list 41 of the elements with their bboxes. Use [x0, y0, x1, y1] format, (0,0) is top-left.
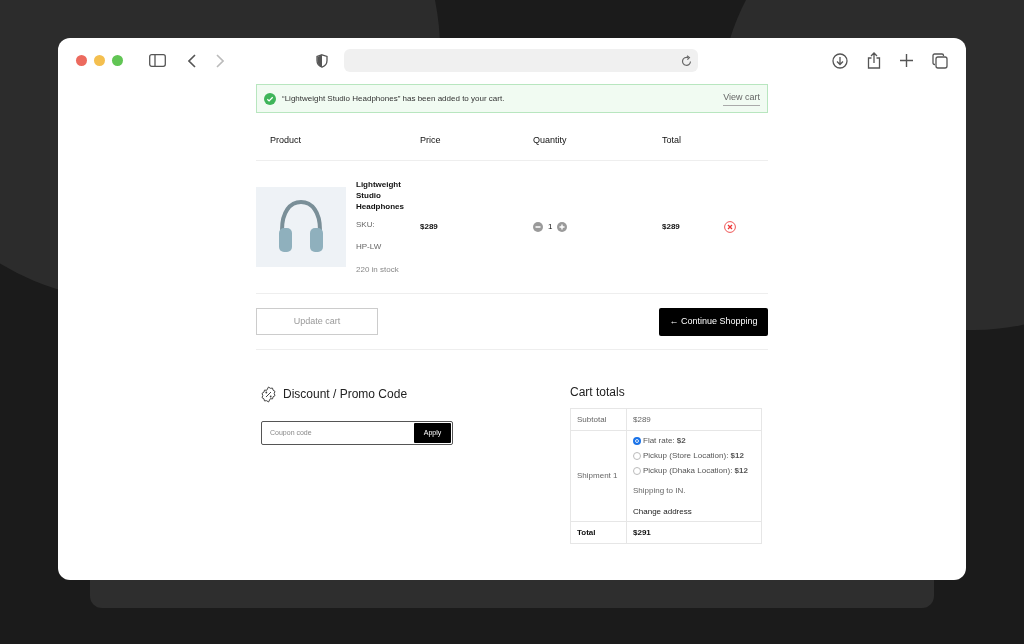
product-name[interactable]: Lightweight Studio Headphones	[356, 178, 406, 212]
cart-totals-title: Cart totals	[570, 385, 626, 399]
minus-icon[interactable]	[533, 222, 543, 232]
subtotal-label: Subtotal	[577, 413, 607, 426]
shipping-option-label[interactable]: Flat rate: $2	[643, 435, 686, 447]
sidebar-icon[interactable]	[149, 54, 166, 67]
discount-title: Discount / Promo Code	[283, 386, 408, 403]
download-icon[interactable]	[832, 52, 848, 69]
price-value: $289	[420, 222, 438, 231]
change-address-link[interactable]: Change address	[633, 506, 748, 518]
sku-label: SKU:	[356, 218, 376, 231]
column-header: Quantity	[533, 134, 567, 145]
shield-icon[interactable]	[316, 53, 328, 68]
plus-icon[interactable]	[900, 54, 913, 67]
maximize-window-icon[interactable]	[112, 55, 123, 66]
back-icon[interactable]	[188, 53, 196, 68]
share-icon[interactable]	[867, 52, 881, 69]
shipping-note: Shipping to IN.	[633, 485, 687, 497]
continue-shopping-button[interactable]: ← Continue Shopping	[659, 307, 768, 336]
shipment-label: Shipment 1	[577, 470, 618, 482]
radio-button[interactable]	[633, 437, 641, 445]
subtotal-value: $289	[633, 413, 651, 426]
stock-status: 220 in stock	[356, 263, 400, 276]
notice-message: “Lightweight Studio Headphones” has been added to your cart.	[282, 92, 505, 105]
check-circle-icon	[264, 92, 276, 105]
column-header: Total	[662, 134, 681, 145]
line-total: $289	[662, 222, 680, 231]
shipping-option-label[interactable]: Pickup (Dhaka Location): $12	[643, 465, 748, 477]
close-window-icon[interactable]	[76, 55, 87, 66]
column-header: Product	[270, 134, 302, 145]
remove-icon[interactable]	[724, 221, 736, 233]
sku-value: HP-LW	[356, 240, 383, 253]
total-value: $291	[633, 526, 651, 539]
quantity-value[interactable]: 1	[548, 221, 553, 233]
total-label: Total	[577, 526, 596, 539]
discount-badge-icon	[260, 385, 277, 403]
shipping-option-label[interactable]: Pickup (Store Location): $12	[643, 450, 744, 462]
tabs-icon[interactable]	[932, 52, 948, 69]
reload-icon[interactable]	[681, 54, 692, 67]
column-header: Price	[420, 134, 441, 145]
view-cart-link[interactable]: View cart	[723, 91, 760, 106]
